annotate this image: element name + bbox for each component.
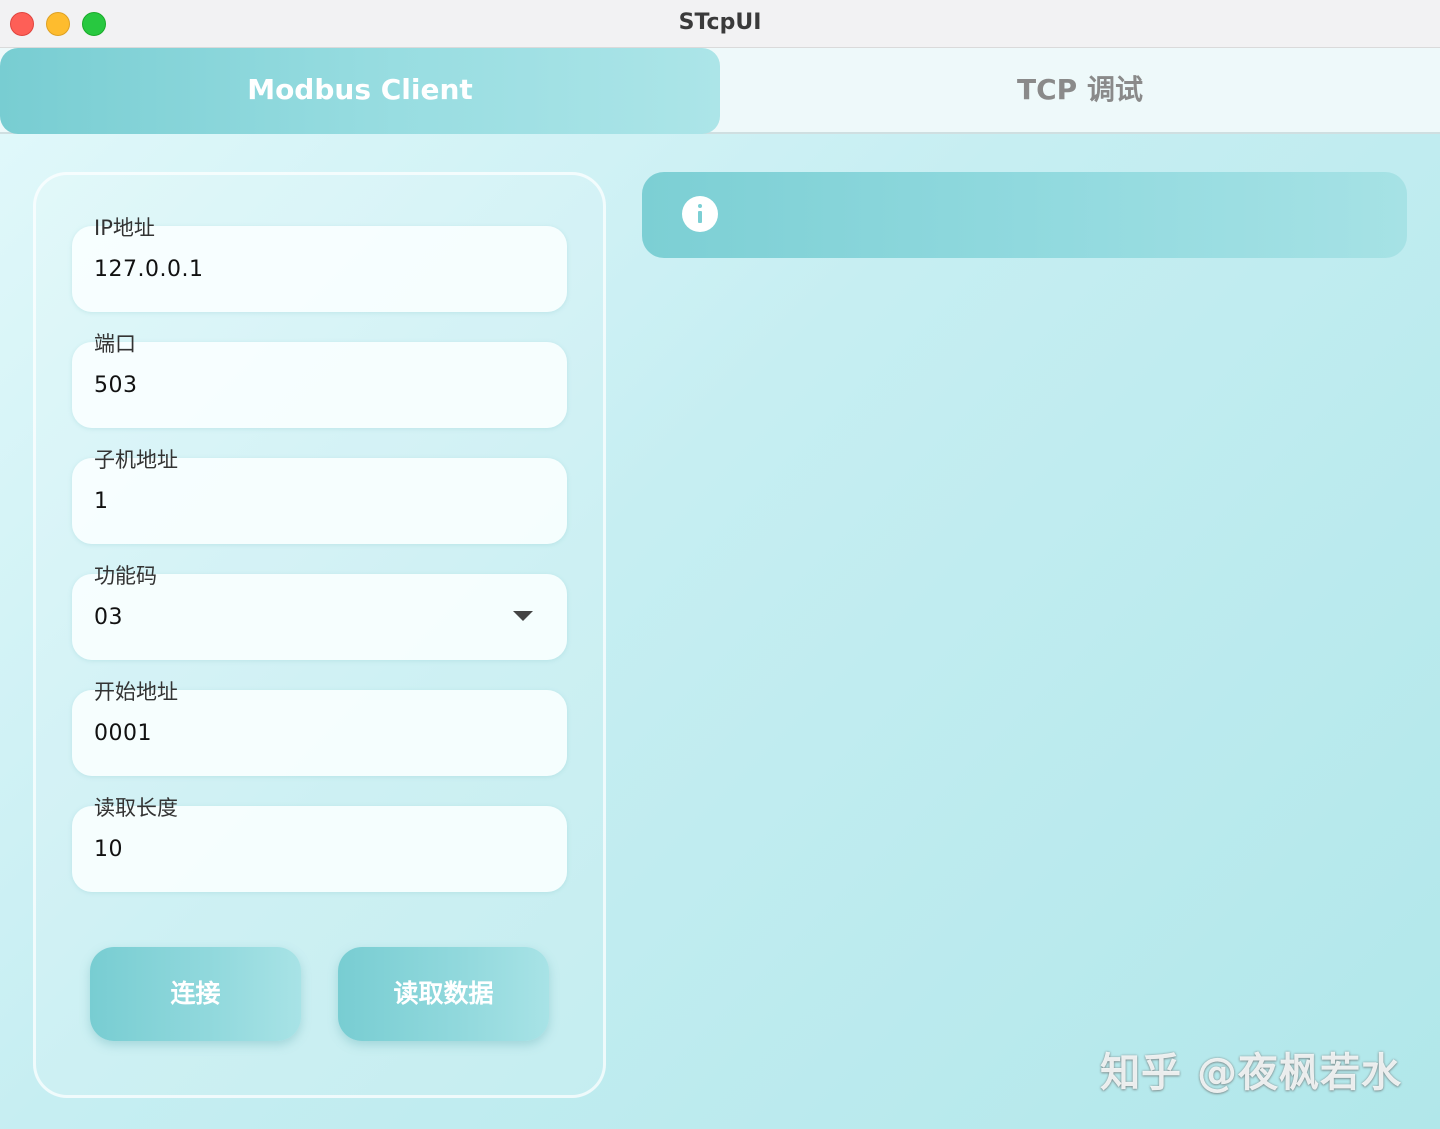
connect-button[interactable]: 连接 [90,947,301,1041]
function-code-label: 功能码 [94,564,157,588]
info-banner [642,172,1407,258]
watermark: 知乎 @夜枫若水 [1100,1050,1402,1096]
read-length-value: 10 [94,837,123,862]
function-code-value: 03 [94,605,123,630]
port-label: 端口 [94,332,136,356]
tab-tcp-debug[interactable]: TCP 调试 [720,48,1440,134]
start-address-value: 0001 [94,721,152,746]
tab-bar: Modbus Client TCP 调试 [0,48,1440,134]
port-field[interactable] [72,342,567,428]
title-bar: STcpUI [0,0,1440,48]
slave-address-value: 1 [94,489,109,514]
tab-modbus-client[interactable]: Modbus Client [0,48,720,134]
read-data-button[interactable]: 读取数据 [338,947,549,1041]
window-title: STcpUI [678,10,762,35]
read-length-label: 读取长度 [94,796,178,820]
ip-address-label: IP地址 [94,216,155,240]
info-icon [682,196,718,232]
port-value: 503 [94,373,138,398]
chevron-down-icon[interactable] [513,611,533,621]
slave-address-label: 子机地址 [94,448,178,472]
ip-address-value: 127.0.0.1 [94,257,204,282]
start-address-label: 开始地址 [94,680,178,704]
